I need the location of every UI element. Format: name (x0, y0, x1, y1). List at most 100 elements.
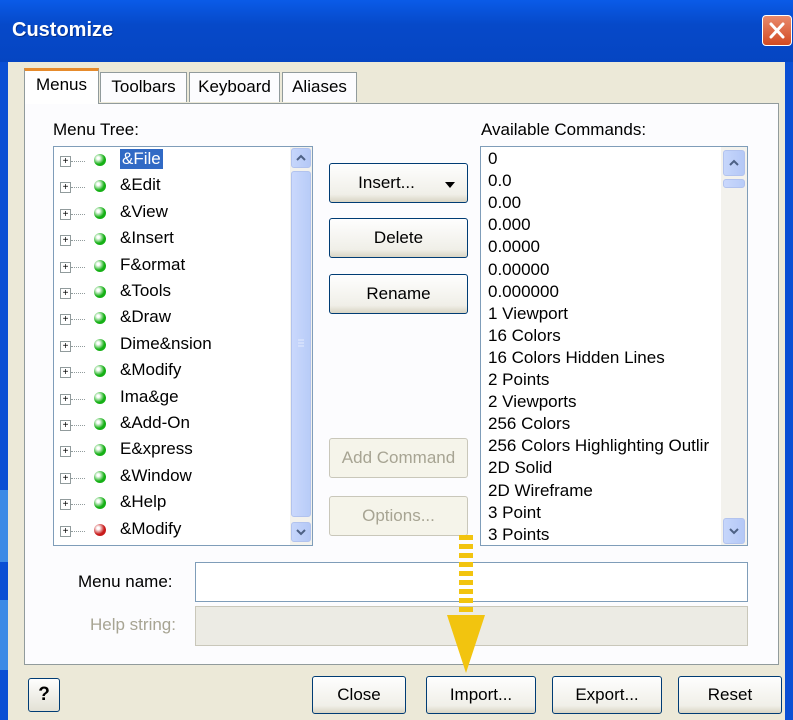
menu-tree-item[interactable]: + E&xpress (60, 439, 290, 465)
tab-menus[interactable]: Menus (24, 68, 99, 104)
scroll-thumb[interactable] (723, 179, 745, 188)
status-dot-icon (94, 206, 106, 219)
tree-connector (71, 425, 85, 426)
menu-tree-item[interactable]: + Dime&nsion (60, 334, 290, 360)
command-item[interactable]: 0.00000 (488, 260, 549, 280)
command-item[interactable]: 2D Wireframe (488, 481, 593, 501)
menu-tree-item[interactable]: + &Modify (60, 519, 290, 545)
menu-tree-item-label: &Tools (120, 281, 172, 300)
menu-tree-item-label: &Help (120, 492, 167, 512)
help-button[interactable]: ? (28, 678, 60, 712)
command-item[interactable]: 0.000000 (488, 282, 559, 302)
tree-connector (71, 398, 85, 400)
tree-connector (71, 240, 85, 242)
import-button[interactable]: Import... (426, 676, 536, 714)
menu-tree-label: Menu Tree: (53, 120, 139, 139)
delete-button[interactable]: Delete (329, 218, 468, 258)
expand-icon[interactable]: + (60, 208, 71, 220)
status-dot-icon (94, 286, 106, 298)
expand-icon[interactable]: + (60, 156, 71, 167)
menu-tree-item[interactable]: + &Add-On (60, 413, 290, 439)
scroll-up-button[interactable] (723, 150, 745, 176)
command-item[interactable]: 2 Points (488, 370, 549, 390)
menu-tree-item[interactable]: + &View (60, 202, 290, 228)
tree-connector (71, 187, 85, 189)
menu-tree-item-label: &View (120, 201, 168, 221)
status-dot-icon (94, 523, 106, 536)
menu-tree-item-label: &Draw (120, 307, 172, 327)
expand-icon[interactable]: + (60, 472, 71, 484)
command-item[interactable]: 3 Point (488, 503, 541, 523)
chevron-up-icon (729, 159, 739, 166)
background-strip (0, 490, 8, 562)
available-commands-list[interactable]: 0 0.0 0.00 0.000 0.0000 0.00000 0.000000 1 View… (480, 146, 748, 546)
grip-icon (298, 339, 304, 347)
command-item[interactable]: 16 Colors (488, 326, 561, 346)
title-bar (0, 0, 793, 62)
expand-icon[interactable]: + (60, 367, 71, 379)
annotation-arrow (447, 535, 485, 673)
menu-tree-item[interactable]: + &Draw (60, 307, 290, 333)
command-item[interactable]: 256 Colors (488, 414, 570, 434)
command-item[interactable]: 0.00 (488, 193, 521, 213)
menu-tree-item[interactable]: + Ima&ge (60, 387, 290, 413)
status-dot-icon (94, 444, 106, 457)
expand-icon[interactable]: + (60, 420, 71, 431)
reset-button[interactable]: Reset (678, 676, 782, 714)
background-strip (0, 600, 8, 670)
menu-tree-item[interactable]: + &Edit (60, 175, 290, 201)
command-item[interactable]: 0.0 (488, 171, 512, 191)
status-dot-icon (94, 154, 106, 166)
scroll-up-button[interactable] (291, 148, 311, 168)
menu-tree-item[interactable]: + &Modify (60, 360, 290, 386)
expand-icon[interactable]: + (60, 261, 71, 273)
tree-connector (71, 161, 85, 162)
tab-keyboard[interactable]: Keyboard (189, 72, 280, 102)
tree-connector (71, 266, 85, 268)
expand-icon[interactable]: + (60, 288, 71, 299)
command-item[interactable]: 0.0000 (488, 237, 540, 257)
expand-icon[interactable]: + (60, 499, 71, 511)
tab-toolbars[interactable]: Toolbars (100, 72, 187, 102)
close-window-button[interactable] (762, 15, 792, 46)
menu-tree-item[interactable]: + F&ormat (60, 255, 290, 281)
menu-tree[interactable]: + &File + &Edit + &View + &Insert + F&ormat + &Tool… (53, 146, 313, 546)
insert-button[interactable]: Insert... (329, 163, 468, 203)
export-button[interactable]: Export... (552, 676, 662, 714)
menu-tree-item[interactable]: + &Tools (60, 281, 290, 307)
close-button[interactable]: Close (312, 676, 406, 714)
chevron-down-icon (296, 529, 306, 536)
command-item[interactable]: 2D Solid (488, 458, 552, 478)
scroll-thumb[interactable] (291, 171, 311, 517)
command-item[interactable]: 0.000 (488, 215, 531, 235)
tab-aliases[interactable]: Aliases (282, 72, 357, 102)
rename-button[interactable]: Rename (329, 274, 468, 314)
menu-tree-item[interactable]: + &Help (60, 492, 290, 518)
command-item[interactable]: 1 Viewport (488, 304, 568, 324)
expand-icon[interactable]: + (60, 235, 71, 247)
add-command-button[interactable]: Add Command (329, 438, 468, 478)
menu-tree-item-label: &Modify (120, 518, 182, 538)
scroll-down-button[interactable] (723, 518, 745, 544)
chevron-down-icon (729, 528, 739, 535)
expand-icon[interactable]: + (60, 182, 71, 194)
expand-icon[interactable]: + (60, 340, 71, 352)
menu-tree-item[interactable]: + &Window (60, 466, 290, 492)
window-title: Customize (12, 19, 114, 41)
expand-icon[interactable]: + (60, 393, 71, 405)
expand-icon[interactable]: + (60, 525, 71, 537)
menu-tree-item[interactable]: + &File (60, 149, 290, 175)
menu-tree-scrollbar[interactable] (290, 147, 312, 545)
options-button[interactable]: Options... (329, 496, 468, 536)
tree-connector (71, 293, 85, 294)
commands-scrollbar[interactable] (721, 147, 747, 545)
command-item[interactable]: 16 Colors Hidden Lines (488, 348, 665, 368)
command-item[interactable]: 0 (488, 149, 497, 169)
expand-icon[interactable]: + (60, 446, 71, 458)
command-item[interactable]: 256 Colors Highlighting Outlir (488, 436, 709, 456)
scroll-down-button[interactable] (291, 522, 311, 542)
menu-tree-item[interactable]: + &Insert (60, 228, 290, 254)
command-item[interactable]: 2 Viewports (488, 392, 577, 412)
menu-tree-item-label: &Window (120, 465, 192, 485)
expand-icon[interactable]: + (60, 314, 71, 326)
